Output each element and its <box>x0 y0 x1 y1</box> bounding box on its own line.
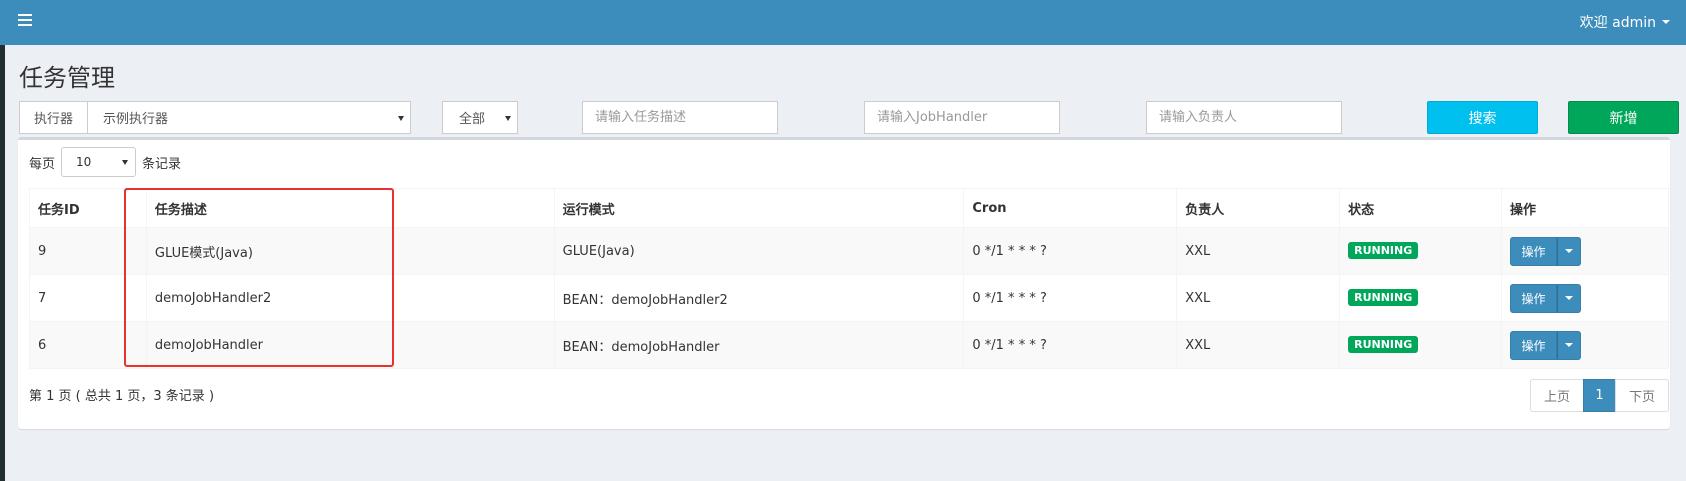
cell-job-cron: 0 */1 * * * ? <box>963 227 1178 275</box>
caret-down-icon <box>1662 20 1670 24</box>
cell-job-mode: BEAN：demoJobHandler2 <box>553 274 965 322</box>
cell-job-desc: GLUE模式(Java) <box>145 227 555 275</box>
author-input[interactable] <box>1147 102 1341 133</box>
cell-job-id: 7 <box>29 274 147 322</box>
status-badge: RUNNING <box>1348 289 1419 306</box>
cell-job-status: RUNNING <box>1339 321 1503 369</box>
cell-job-mode: BEAN：demoJobHandler <box>553 321 965 369</box>
status-badge: RUNNING <box>1348 336 1419 353</box>
table-row: 9 GLUE模式(Java) GLUE(Java) 0 */1 * * * ? … <box>29 227 1669 275</box>
action-button-group: 操作 <box>1510 283 1582 313</box>
cell-job-actions: 操作 <box>1501 227 1669 275</box>
hamburger-icon[interactable] <box>18 14 32 26</box>
action-button[interactable]: 操作 <box>1510 236 1558 266</box>
current-page-button[interactable]: 1 <box>1583 379 1616 412</box>
action-dropdown-toggle[interactable] <box>1557 236 1582 266</box>
page-size-control: 每页 10 条记录 <box>29 147 181 177</box>
top-navbar: 欢迎 admin <box>0 0 1686 45</box>
column-header-mode[interactable]: 运行模式 <box>553 188 965 228</box>
action-button-group: 操作 <box>1510 330 1582 360</box>
cell-job-actions: 操作 <box>1501 321 1669 369</box>
executor-label: 执行器 <box>19 101 87 134</box>
caret-down-icon <box>122 160 129 165</box>
cell-job-cron: 0 */1 * * * ? <box>963 274 1178 322</box>
executor-select-value: 示例执行器 <box>103 112 169 127</box>
cell-job-id: 6 <box>29 321 147 369</box>
caret-down-icon <box>505 116 511 121</box>
cell-job-mode: GLUE(Java) <box>553 227 965 275</box>
caret-down-icon <box>1565 296 1574 300</box>
column-header-cron[interactable]: Cron <box>963 188 1178 228</box>
cell-job-author: XXL <box>1176 227 1341 275</box>
job-desc-field <box>582 101 778 134</box>
user-menu[interactable]: 欢迎 admin <box>1580 12 1670 32</box>
job-desc-input[interactable] <box>583 102 777 133</box>
column-header-id[interactable]: 任务ID <box>29 188 147 228</box>
caret-down-icon <box>1565 249 1574 253</box>
page-size-select[interactable]: 10 <box>61 147 137 177</box>
action-button[interactable]: 操作 <box>1510 283 1558 313</box>
pagination: 上页 1 下页 <box>1530 379 1669 412</box>
page-size-value: 10 <box>76 155 92 169</box>
column-header-author[interactable]: 负责人 <box>1176 188 1341 228</box>
cell-job-actions: 操作 <box>1501 274 1669 322</box>
executor-select[interactable]: 示例执行器 <box>87 101 411 134</box>
cell-job-author: XXL <box>1176 321 1341 369</box>
column-header-desc[interactable]: 任务描述 <box>145 188 555 228</box>
action-dropdown-toggle[interactable] <box>1557 330 1582 360</box>
status-badge: RUNNING <box>1348 242 1419 259</box>
page-size-prefix: 每页 <box>29 156 56 172</box>
column-header-status[interactable]: 状态 <box>1339 188 1503 228</box>
caret-down-icon <box>398 116 404 121</box>
table-header-row: 任务ID 任务描述 运行模式 Cron 负责人 状态 操作 <box>29 188 1669 228</box>
action-button[interactable]: 操作 <box>1510 330 1558 360</box>
cell-job-status: RUNNING <box>1339 274 1503 322</box>
job-handler-input[interactable] <box>865 102 1059 133</box>
pagination-info: 第 1 页 ( 总共 1 页，3 条记录 ) <box>29 389 215 404</box>
column-header-actions: 操作 <box>1501 188 1669 228</box>
page-size-suffix: 条记录 <box>142 156 182 172</box>
caret-down-icon <box>1565 343 1574 347</box>
cell-job-status: RUNNING <box>1339 227 1503 275</box>
cell-job-desc: demoJobHandler <box>145 321 555 369</box>
cell-job-desc: demoJobHandler2 <box>145 274 555 322</box>
job-handler-field <box>864 101 1060 134</box>
table-row: 6 demoJobHandler BEAN：demoJobHandler 0 *… <box>29 321 1669 369</box>
status-select[interactable]: 全部 <box>442 101 518 134</box>
status-select-value: 全部 <box>459 112 486 127</box>
sidebar-edge <box>0 45 5 481</box>
table-row: 7 demoJobHandler2 BEAN：demoJobHandler2 0… <box>29 274 1669 322</box>
page-title: 任务管理 <box>19 64 115 92</box>
prev-page-button[interactable]: 上页 <box>1530 379 1584 412</box>
author-field <box>1146 101 1342 134</box>
action-dropdown-toggle[interactable] <box>1557 283 1582 313</box>
cell-job-cron: 0 */1 * * * ? <box>963 321 1178 369</box>
user-greeting: 欢迎 admin <box>1579 15 1656 31</box>
jobs-table: 任务ID 任务描述 运行模式 Cron 负责人 状态 操作 9 GLUE模式(J… <box>29 188 1669 369</box>
action-button-group: 操作 <box>1510 236 1582 266</box>
cell-job-author: XXL <box>1176 274 1341 322</box>
cell-job-id: 9 <box>29 227 147 275</box>
search-button[interactable]: 搜索 <box>1427 101 1538 134</box>
next-page-button[interactable]: 下页 <box>1615 379 1669 412</box>
add-job-button[interactable]: 新增 <box>1568 101 1679 134</box>
